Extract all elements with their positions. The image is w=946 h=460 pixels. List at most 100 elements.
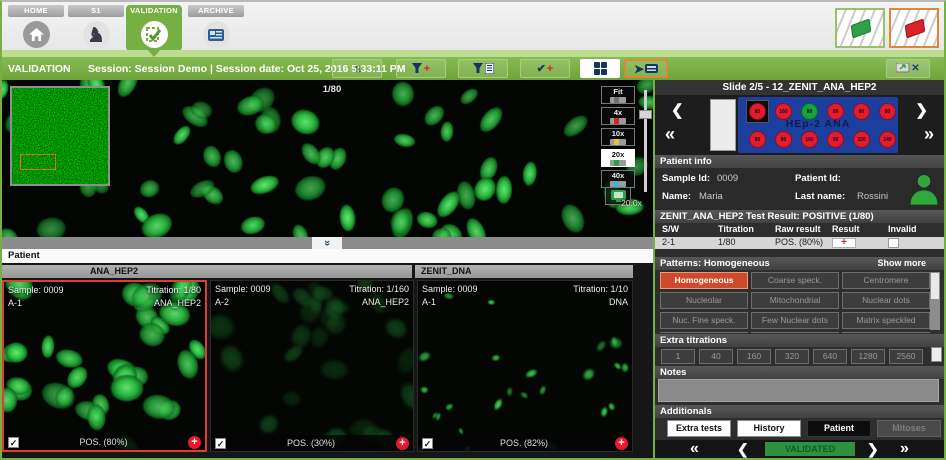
green-key-keyboard[interactable] (835, 8, 885, 48)
positive-plus-icon[interactable]: + (396, 437, 409, 450)
monitor-icon (896, 63, 910, 74)
main-fluorescence-viewer[interactable]: 1/80 Fit 4x 10x 20x 40x 20.0x (2, 80, 653, 237)
titration-button-1280[interactable]: 1280 (851, 349, 885, 364)
invalid-checkbox[interactable] (888, 238, 899, 248)
positive-plus-icon[interactable]: + (188, 436, 201, 449)
pattern-button-nuclear-dots[interactable]: Nuclear dots (842, 292, 930, 309)
group-header-ana-hep2[interactable]: ANA_HEP2 (2, 265, 412, 278)
thumb-checkbox[interactable]: ✓ (8, 437, 19, 448)
titration-button-2560[interactable]: 2560 (889, 349, 923, 364)
pattern-button-hidden[interactable] (660, 332, 748, 333)
notes-textarea[interactable] (658, 379, 939, 402)
tab-s1[interactable]: S1 (68, 5, 124, 50)
titration-button-640[interactable]: 640 (813, 349, 847, 364)
thumbnail-ana-hep2-1-80[interactable]: Sample: 0009 Titration: 1/80 A-1 ANA_HEP… (2, 280, 207, 452)
pattern-button-hidden[interactable] (751, 332, 839, 333)
thumb-result: POS. (80%) (19, 437, 188, 447)
zoom-10x-button[interactable]: 10x (601, 128, 635, 146)
zoom-20x-button[interactable]: 20x (601, 149, 635, 167)
positive-plus-icon[interactable]: + (615, 437, 628, 450)
last-name-value: Rossini (857, 191, 888, 202)
thumb-checkbox[interactable]: ✓ (215, 438, 226, 449)
pattern-button-nuc-fine-speck[interactable]: Nuc. Fine speck. (660, 312, 748, 329)
objective-icon (610, 160, 626, 166)
sample-id-value: 0009 (717, 173, 738, 184)
titration-button-40[interactable]: 40 (699, 349, 733, 364)
thumb-test-name: ANA_HEP2 (154, 298, 201, 308)
pattern-button-hidden[interactable] (842, 332, 930, 333)
well[interactable]: 80 (775, 131, 792, 148)
thumbnail-ana-hep2-1-160[interactable]: Sample: 0009 Titration: 1/160 A-2 ANA_HE… (210, 280, 414, 452)
validate-add-button[interactable]: ✔ + (520, 59, 570, 78)
thumb-titration: Titration: 1/160 (349, 284, 409, 294)
test-result-row[interactable]: 2-1 1/80 POS. (80%) + (655, 237, 944, 249)
titration-button-1[interactable]: 1 (661, 349, 695, 364)
next-well-button[interactable]: ❯ (915, 103, 928, 118)
tab-home[interactable]: HOME (8, 5, 64, 50)
zoom-40x-button[interactable]: 40x (601, 170, 635, 188)
send-to-archive-button[interactable]: ➤ (624, 59, 668, 78)
patterns-scrollbar[interactable] (930, 272, 940, 330)
last-sample-button[interactable]: » (900, 440, 909, 458)
tab-archive-label: ARCHIVE (188, 5, 244, 17)
grid-view-button[interactable] (580, 59, 620, 78)
slide-navigator: ❮ « ❯ » 80 160 80 80 80 80 HEp-2 ANA 80 … (655, 95, 944, 155)
show-more-link[interactable]: Show more (877, 257, 926, 270)
well[interactable]: 140 (879, 131, 896, 148)
well[interactable]: 160 (801, 131, 818, 148)
extra-tests-button[interactable]: Extra tests (667, 420, 731, 437)
tab-archive[interactable]: ARCHIVE (188, 5, 244, 50)
pattern-button-mitochondrial[interactable]: Mitochondrial (751, 292, 839, 309)
patterns-scrollbar-thumb[interactable] (931, 273, 939, 299)
prev-sample-button[interactable]: ❮ (737, 440, 749, 458)
zoom-slider-thumb[interactable] (639, 110, 652, 119)
close-session-button[interactable]: ✕ (886, 59, 930, 78)
collapse-panel-button[interactable]: » (312, 237, 342, 249)
zoom-slider-track[interactable] (644, 90, 647, 192)
overview-minimap[interactable] (10, 86, 110, 186)
titration-button-320[interactable]: 320 (775, 349, 809, 364)
last-well-button[interactable]: » (924, 127, 934, 142)
titration-button-160[interactable]: 160 (737, 349, 771, 364)
thumb-checkbox[interactable]: ✓ (422, 438, 433, 449)
titrations-scrollbar-thumb[interactable] (931, 347, 942, 362)
titration-value: 1/80 (718, 237, 736, 247)
notes-header: Notes (655, 366, 944, 379)
thumb-sample-id: Sample: 0009 (215, 284, 271, 294)
well[interactable]: 320 (853, 131, 870, 148)
thumbnail-zenit-dna-1-10[interactable]: Sample: 0009 Titration: 1/10 A-1 DNA ✓ P… (417, 280, 633, 452)
pattern-button-homogeneous[interactable]: Homogeneous (660, 272, 748, 289)
pattern-button-coarse-speck[interactable]: Coarse speck. (751, 272, 839, 289)
well[interactable]: 80 (827, 131, 844, 148)
device-icon (645, 64, 658, 73)
patient-person-icon[interactable] (907, 170, 941, 208)
sort-button[interactable]: ↑↓ (332, 59, 382, 78)
pattern-button-few-nuclear-dots[interactable]: Few Nuclear dots (751, 312, 839, 329)
history-button[interactable]: History (737, 420, 801, 437)
zoom-4x-button[interactable]: 4x (601, 107, 635, 125)
filter-add-button[interactable]: + (396, 59, 446, 78)
prev-well-button[interactable]: ❮ (671, 103, 684, 118)
zoom-fit-button[interactable]: Fit (601, 86, 635, 104)
group-header-zenit-dna[interactable]: ZENIT_DNA (415, 265, 633, 278)
mitoses-button[interactable]: Mitoses (877, 420, 941, 437)
pattern-button-centromere[interactable]: Centromere (842, 272, 930, 289)
tab-validation[interactable]: VALIDATION (126, 5, 182, 51)
patient-id-label: Patient Id: (795, 173, 841, 184)
pattern-button-nucleolar[interactable]: Nucleolar (660, 292, 748, 309)
plus-icon: + (547, 65, 553, 73)
red-key-keyboard[interactable] (889, 8, 939, 48)
filter-report-button[interactable] (458, 59, 508, 78)
result-positive-icon[interactable]: + (832, 238, 856, 248)
slide-title: Slide 2/5 - 12_ZENIT_ANA_HEP2 (655, 80, 944, 95)
minimap-view-rectangle[interactable] (20, 154, 56, 170)
next-sample-button[interactable]: ❯ (867, 440, 879, 458)
patient-button[interactable]: Patient (807, 420, 871, 437)
first-sample-button[interactable]: « (690, 440, 699, 458)
well[interactable]: 80 (749, 131, 766, 148)
thumb-well: A-2 (215, 297, 229, 307)
validated-status-button[interactable]: VALIDATED (765, 442, 855, 456)
pattern-button-matrix-speckled[interactable]: Matrix speckled (842, 312, 930, 329)
validation-check-icon (141, 21, 168, 48)
first-well-button[interactable]: « (665, 127, 675, 142)
